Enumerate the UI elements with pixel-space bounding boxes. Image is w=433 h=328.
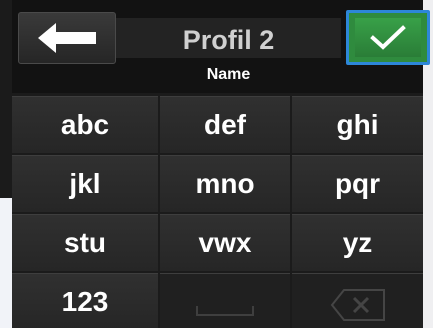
backspace-icon	[330, 289, 385, 321]
left-margin	[0, 198, 12, 328]
field-label: Name	[206, 66, 251, 83]
key-jkl[interactable]: jkl	[12, 155, 158, 212]
key-stu[interactable]: stu	[12, 214, 158, 271]
phone-screen: Profil 2 Name abc def ghi jkl mno pqr st…	[0, 0, 433, 328]
page-title: Profil 2	[182, 25, 275, 55]
header-bar: Profil 2 Name	[12, 0, 430, 93]
space-icon	[196, 306, 254, 316]
key-ghi[interactable]: ghi	[292, 96, 423, 153]
confirm-button[interactable]	[346, 10, 430, 65]
arrow-left-icon	[38, 23, 96, 53]
space-key[interactable]	[160, 273, 290, 328]
key-abc[interactable]: abc	[12, 96, 158, 153]
key-def[interactable]: def	[160, 96, 290, 153]
key-mno[interactable]: mno	[160, 155, 290, 212]
checkmark-icon	[370, 25, 406, 50]
key-yz[interactable]: yz	[292, 214, 423, 271]
key-vwx[interactable]: vwx	[160, 214, 290, 271]
backspace-key[interactable]	[292, 273, 423, 328]
keypad: abc def ghi jkl mno pqr stu vwx yz 123	[12, 96, 423, 328]
key-pqr[interactable]: pqr	[292, 155, 423, 212]
back-button[interactable]	[18, 12, 116, 64]
key-123[interactable]: 123	[12, 273, 158, 328]
